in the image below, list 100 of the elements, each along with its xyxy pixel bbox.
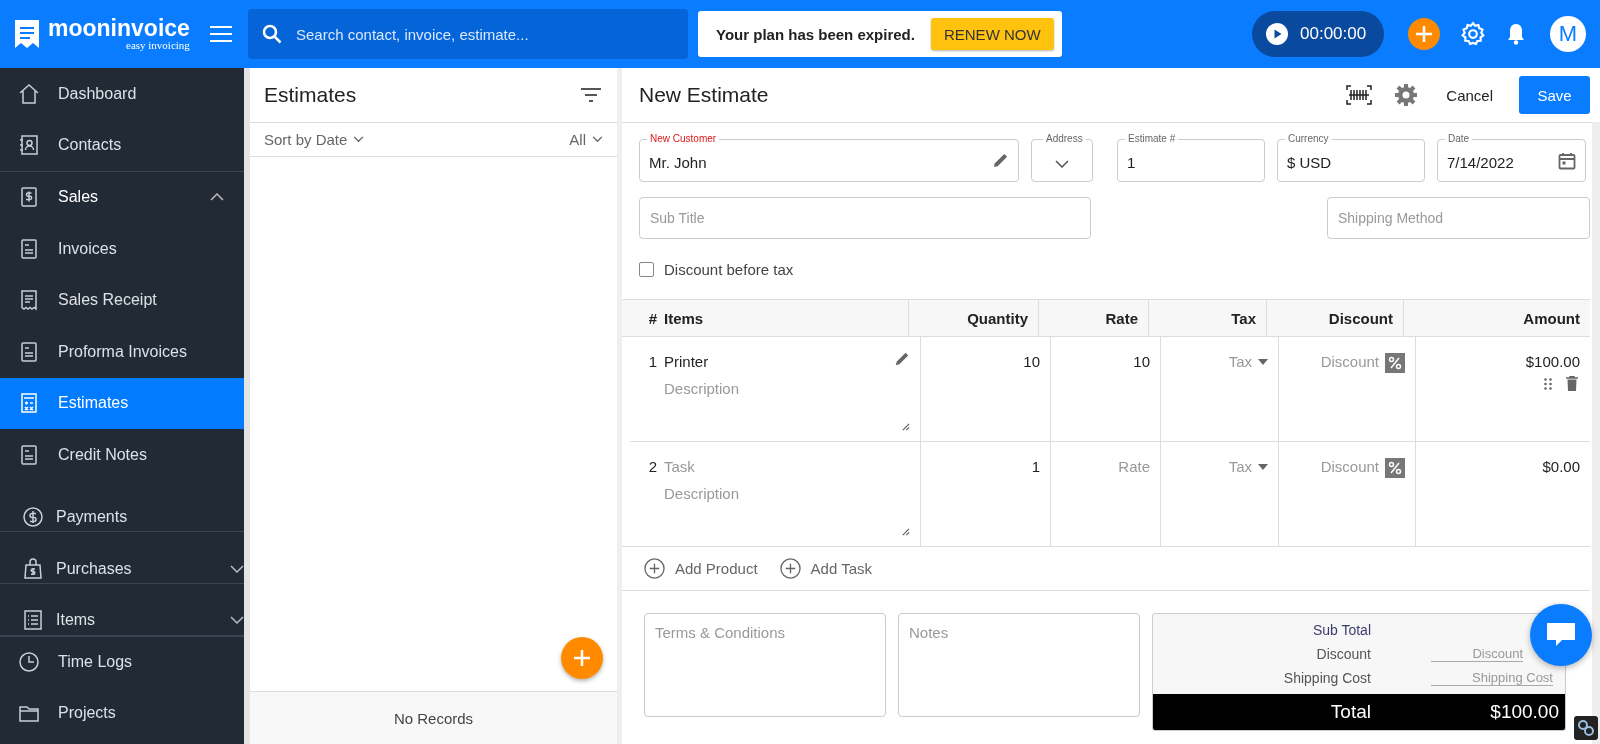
pencil-icon[interactable] [894,351,910,367]
column-header: Items [664,308,705,329]
shipping-cost-field[interactable]: Shipping Cost [1431,670,1553,686]
status-filter-dropdown[interactable]: All [569,131,603,148]
shipping-cost-label: Shipping Cost [1282,670,1371,686]
column-header: # [647,308,658,329]
item-name-field[interactable]: Printer [664,353,709,370]
cancel-button[interactable]: Cancel [1440,85,1499,105]
play-icon [1266,23,1288,45]
panel-title: Estimates [264,83,357,107]
chat-bubble-icon [1547,623,1575,647]
text-field[interactable]: Estimate # 1 [1117,132,1265,182]
amount-text: $100.00 [1525,353,1580,370]
clock-icon [18,650,40,673]
checkbox[interactable] [639,261,654,277]
home-icon [18,82,40,105]
percent-icon[interactable] [1385,353,1405,373]
discount-total-field[interactable]: Discount [1431,646,1523,662]
calculator-icon [18,392,40,415]
scrollbar[interactable] [1592,122,1600,744]
add-icon[interactable] [1408,18,1440,50]
percent-icon[interactable] [1385,458,1405,478]
total-label: Total [1329,701,1371,723]
sidebar-item[interactable]: Proforma Invoices [0,325,244,378]
list-icon [22,609,44,632]
settings-icon[interactable] [1394,83,1419,107]
link-icon[interactable] [1574,716,1598,740]
sidebar-item[interactable]: Estimates [0,377,244,430]
date-field[interactable]: Date 7/14/2022 [1437,132,1586,182]
chevron-down-icon [230,564,244,573]
search-field[interactable]: Search contact, invoice, estimate... [248,9,688,59]
menu-icon[interactable] [210,26,232,42]
sub-total-label: Sub Total [1311,622,1371,638]
sub-title-field[interactable]: Sub Title [639,197,1091,239]
contact-book-icon [18,134,40,157]
delete-icon[interactable] [1566,376,1578,391]
user-avatar[interactable]: M [1550,16,1586,52]
row-number: 2 [647,457,658,477]
column-header: Rate [1038,300,1148,336]
terms-field[interactable]: Terms & Conditions [644,613,886,717]
renew-now-button[interactable]: RENEW NOW [930,18,1054,50]
shipping-method-field[interactable]: Shipping Method [1327,197,1590,239]
column-header: Tax [1148,300,1266,336]
sidebar-item[interactable]: Projects [0,687,244,739]
sidebar-item[interactable]: Items [0,583,244,636]
rate-field[interactable]: 10 [1133,353,1150,370]
text-field[interactable]: Currency $ USD [1277,132,1425,182]
amount-text: $0.00 [1542,458,1580,475]
plus-circle-icon [644,558,665,579]
quantity-field[interactable]: 1 [1031,458,1040,475]
column-header: Quantity [908,300,1038,336]
row-number: 1 [647,352,658,372]
logo-tagline: easy invoicing [126,40,190,51]
sort-dropdown[interactable]: Sort by Date [264,131,365,148]
bell-icon[interactable] [1506,23,1526,45]
document-icon [18,340,40,363]
caret-down-icon [1258,358,1268,365]
resize-handle-icon[interactable] [901,422,910,431]
sidebar-item[interactable]: Dashboard [0,68,244,120]
calendar-icon[interactable] [1558,151,1576,170]
customer-field[interactable]: New Customer Mr. John [639,132,1019,182]
drag-handle-icon[interactable] [1544,377,1552,390]
total-value: $100.00 [1489,701,1560,723]
receipt-icon [18,289,40,312]
add-line-button[interactable]: Add Product [644,558,758,579]
logo-name: mooninvoice [48,17,190,40]
caret-down-icon [1258,463,1268,470]
chevron-down-icon [230,616,244,625]
column-header: Amount [1403,300,1590,336]
notes-field[interactable]: Notes [898,613,1140,717]
sidebar-item[interactable]: Invoices [0,222,244,275]
chat-button[interactable] [1530,604,1592,666]
resize-handle-icon[interactable] [901,527,910,536]
chevron-up-icon [210,193,224,202]
timer-button[interactable]: 00:00:00 [1252,11,1384,57]
filter-icon[interactable] [581,88,601,102]
dollar-document-icon [18,186,40,209]
sidebar-item[interactable]: Credit Notes [0,429,244,481]
plus-circle-icon [779,558,801,579]
sidebar-item[interactable]: Sales Receipt [0,274,244,326]
plus-icon [572,648,592,668]
chevron-down-icon [1055,159,1069,168]
document-icon [18,237,40,260]
save-button[interactable]: Save [1519,76,1590,114]
no-records-text: No Records [250,691,617,744]
quantity-field[interactable]: 10 [1023,353,1040,370]
checkbox-label: Discount before tax [664,260,794,278]
barcode-scan-icon[interactable] [1346,85,1373,105]
plan-expired-message: Your plan has been expired. [716,25,915,43]
pencil-icon[interactable] [992,152,1009,169]
discount-label: Discount [1315,646,1371,662]
address-dropdown[interactable]: Address [1031,132,1093,182]
chevron-down-icon [353,136,365,143]
sidebar-item[interactable]: Contacts [0,119,244,172]
column-header: Discount [1266,300,1403,336]
page-title: New Estimate [639,83,769,107]
document-icon [18,443,40,466]
add-line-button[interactable]: Add Task [779,558,872,579]
search-icon [262,24,282,44]
chevron-down-icon [592,136,603,143]
